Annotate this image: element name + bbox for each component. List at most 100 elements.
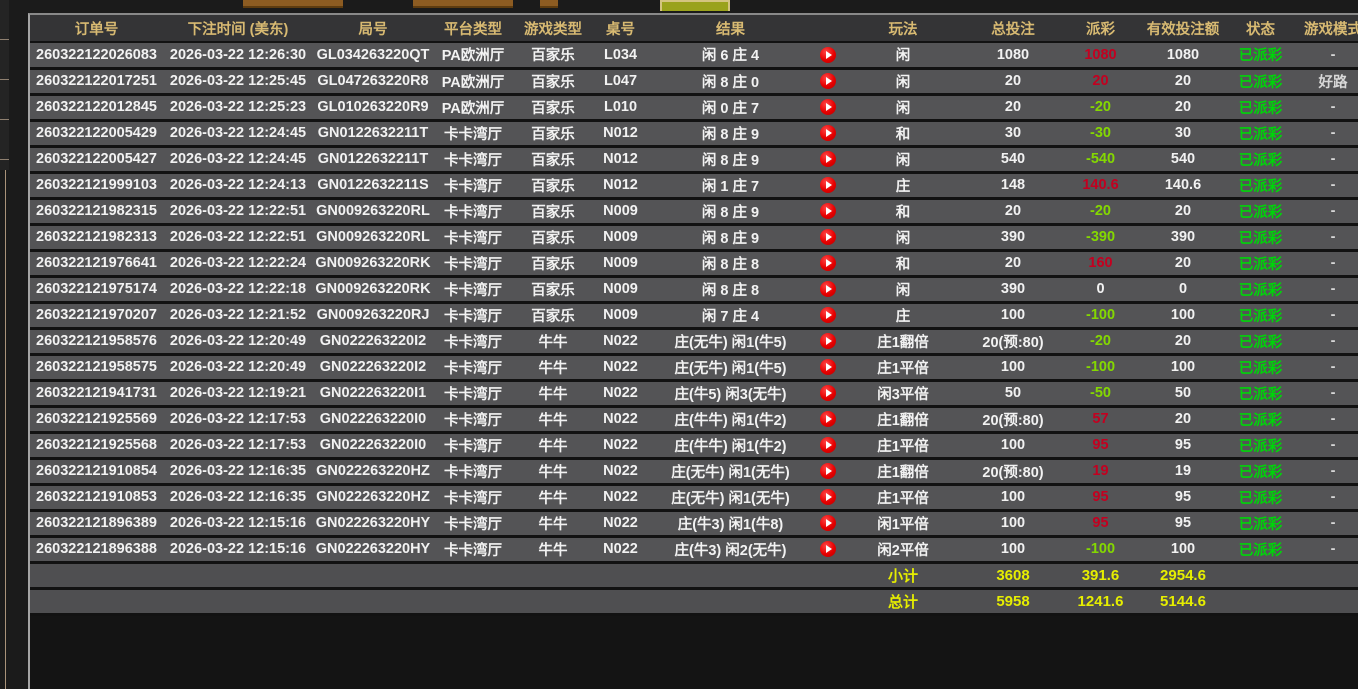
cell-payout: -50 (1063, 380, 1138, 406)
play-icon[interactable] (820, 437, 836, 453)
play-icon[interactable] (820, 515, 836, 531)
cell-order: 260322121896389 (30, 510, 163, 536)
cell-valid: 20 (1138, 250, 1228, 276)
toolbar-button-partial-2[interactable] (413, 0, 513, 8)
cell-payout: -100 (1063, 536, 1138, 562)
cell-table: N022 (593, 328, 648, 354)
cell-platform: 卡卡湾厅 (433, 510, 513, 536)
column-header-valid: 有效投注额 (1138, 15, 1228, 42)
grand-total-payout: 1241.6 (1063, 588, 1138, 614)
cell-result: 庄(牛牛) 闲1(牛2) (648, 432, 813, 458)
table-row: 2603221220260832026-03-22 12:26:30GL0342… (30, 42, 1358, 68)
cell-play (813, 458, 843, 484)
play-icon[interactable] (820, 385, 836, 401)
cell-play (813, 432, 843, 458)
cell-round: GN022263220I1 (313, 380, 433, 406)
cell-payout: 20 (1063, 68, 1138, 94)
cell-payout: 57 (1063, 406, 1138, 432)
cell-bet: 庄1平倍 (843, 354, 963, 380)
cell-total: 20 (963, 68, 1063, 94)
cell-result: 庄(牛5) 闲3(无牛) (648, 380, 813, 406)
cell-valid: 20 (1138, 198, 1228, 224)
cell-mode: - (1293, 146, 1358, 172)
cell-table: N022 (593, 354, 648, 380)
cell-valid: 100 (1138, 354, 1228, 380)
play-icon[interactable] (820, 281, 836, 297)
table-header-row: 订单号下注时间 (美东)局号平台类型游戏类型桌号结果玩法总投注派彩有效投注额状态… (30, 15, 1358, 42)
cell-game: 百家乐 (513, 42, 593, 68)
table-row: 2603221219766412026-03-22 12:22:24GN0092… (30, 250, 1358, 276)
cell-status: 已派彩 (1228, 250, 1293, 276)
cell-round: GL047263220R8 (313, 68, 433, 94)
cell-result: 庄(无牛) 闲1(牛5) (648, 354, 813, 380)
cell-total: 20 (963, 250, 1063, 276)
play-icon[interactable] (820, 203, 836, 219)
cell-bet: 庄1平倍 (843, 484, 963, 510)
subtotal-total-bet: 3608 (963, 562, 1063, 588)
cell-payout: 0 (1063, 276, 1138, 302)
column-header-play (813, 15, 843, 42)
cell-mode: - (1293, 224, 1358, 250)
play-icon[interactable] (820, 359, 836, 375)
cell-play (813, 120, 843, 146)
cell-table: N022 (593, 510, 648, 536)
cell-bet: 闲3平倍 (843, 380, 963, 406)
play-icon[interactable] (820, 541, 836, 557)
play-icon[interactable] (820, 411, 836, 427)
table-row: 2603221219585752026-03-22 12:20:49GN0222… (30, 354, 1358, 380)
cell-play (813, 276, 843, 302)
cell-result: 庄(无牛) 闲1(牛5) (648, 328, 813, 354)
cell-bet: 闲 (843, 146, 963, 172)
cell-game: 牛牛 (513, 380, 593, 406)
play-icon[interactable] (820, 99, 836, 115)
cell-time: 2026-03-22 12:21:52 (163, 302, 313, 328)
cell-total: 30 (963, 120, 1063, 146)
column-header-status: 状态 (1228, 15, 1293, 42)
cell-play (813, 146, 843, 172)
bet-records-screen: 订单号下注时间 (美东)局号平台类型游戏类型桌号结果玩法总投注派彩有效投注额状态… (0, 0, 1358, 689)
cell-order: 260322121925568 (30, 432, 163, 458)
cell-status: 已派彩 (1228, 432, 1293, 458)
cell-order: 260322121976641 (30, 250, 163, 276)
cell-time: 2026-03-22 12:15:16 (163, 536, 313, 562)
cell-total: 100 (963, 354, 1063, 380)
play-icon[interactable] (820, 489, 836, 505)
cell-result: 闲 8 庄 8 (648, 276, 813, 302)
play-icon[interactable] (820, 463, 836, 479)
toolbar-button-active-partial[interactable] (660, 0, 730, 11)
cell-bet: 闲 (843, 224, 963, 250)
cell-total: 100 (963, 510, 1063, 536)
cell-table: N009 (593, 224, 648, 250)
subtotal-label: 小计 (843, 562, 963, 588)
cell-valid: 95 (1138, 510, 1228, 536)
toolbar-button-partial-1[interactable] (243, 0, 343, 8)
cell-order: 260322122017251 (30, 68, 163, 94)
cell-mode: - (1293, 120, 1358, 146)
play-icon[interactable] (820, 125, 836, 141)
cell-status: 已派彩 (1228, 406, 1293, 432)
cell-mode: - (1293, 328, 1358, 354)
cell-game: 牛牛 (513, 484, 593, 510)
play-icon[interactable] (820, 73, 836, 89)
cell-status: 已派彩 (1228, 94, 1293, 120)
cell-game: 牛牛 (513, 328, 593, 354)
cell-total: 100 (963, 484, 1063, 510)
column-header-bet: 玩法 (843, 15, 963, 42)
play-icon[interactable] (820, 333, 836, 349)
cell-time: 2026-03-22 12:22:18 (163, 276, 313, 302)
play-icon[interactable] (820, 177, 836, 193)
cell-total: 390 (963, 224, 1063, 250)
play-icon[interactable] (820, 255, 836, 271)
cell-table: N022 (593, 406, 648, 432)
toolbar-button-partial-3[interactable] (540, 0, 558, 8)
play-icon[interactable] (820, 151, 836, 167)
cell-valid: 100 (1138, 302, 1228, 328)
cell-mode: - (1293, 406, 1358, 432)
cell-platform: 卡卡湾厅 (433, 276, 513, 302)
play-icon[interactable] (820, 229, 836, 245)
play-icon[interactable] (820, 307, 836, 323)
column-header-round: 局号 (313, 15, 433, 42)
play-icon[interactable] (820, 47, 836, 63)
cell-valid: 19 (1138, 458, 1228, 484)
cell-table: N022 (593, 536, 648, 562)
